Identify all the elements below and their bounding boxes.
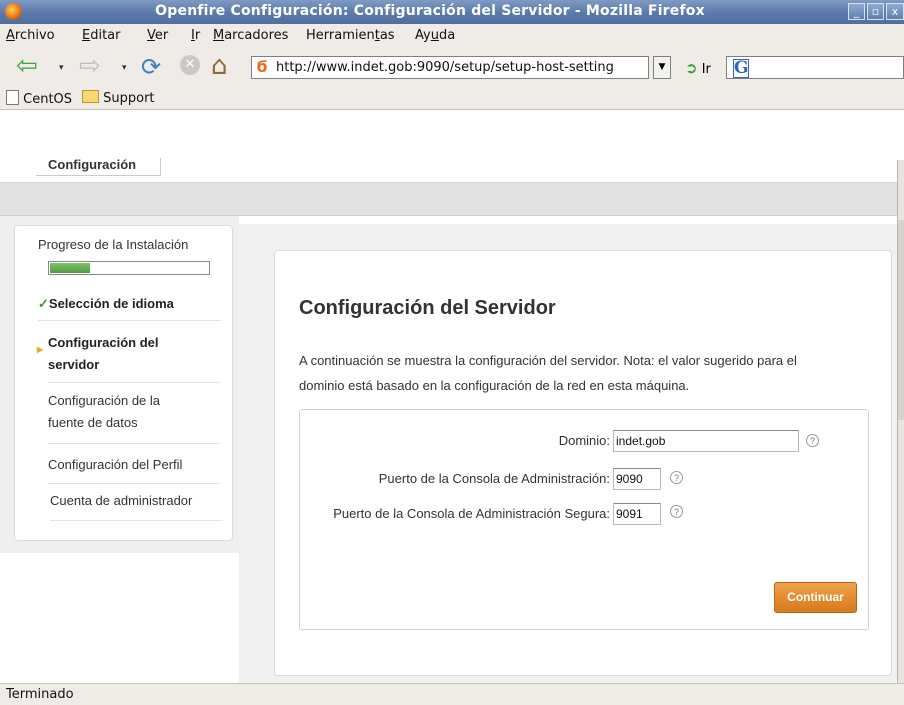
forward-history-dropdown-icon[interactable]: ▾ bbox=[122, 63, 127, 73]
domain-label: Dominio: bbox=[558, 433, 610, 448]
vertical-scrollbar[interactable] bbox=[897, 160, 904, 683]
window-title: Openfire Configuración: Configuración de… bbox=[155, 3, 705, 19]
menu-archivo[interactable]: Archivo bbox=[6, 28, 55, 43]
secure-admin-port-label-cell: Puerto de la Consola de Administración S… bbox=[300, 505, 610, 525]
back-arrow-icon[interactable]: ⇦ bbox=[16, 53, 38, 79]
maximize-button[interactable]: ▫ bbox=[867, 3, 884, 20]
intro-line-1: A continuación se muestra la configuraci… bbox=[299, 353, 797, 368]
step-label-line2: fuente de datos bbox=[48, 415, 138, 430]
server-settings-form: Dominio: ? Puerto de la Consola de Admin… bbox=[299, 409, 869, 630]
url-history-dropdown-icon[interactable]: ▼ bbox=[653, 56, 671, 79]
forward-arrow-icon[interactable]: ⇨ bbox=[79, 53, 101, 79]
bookmark-support[interactable]: Support bbox=[82, 90, 155, 106]
header-gray-band bbox=[0, 183, 897, 216]
navigation-toolbar: ⇦ ▾ ⇨ ▾ ⟳ ✕ ⌂ ϭ http://www.indet.gob:909… bbox=[0, 47, 904, 87]
search-field[interactable]: G bbox=[726, 56, 904, 79]
progress-label: Progreso de la Instalación bbox=[38, 237, 189, 252]
step-configuracion-servidor: ▶ Configuración del servidor bbox=[37, 330, 221, 383]
admin-port-label-cell: Puerto de la Consola de Administración: bbox=[300, 470, 610, 490]
url-text: http://www.indet.gob:9090/setup/setup-ho… bbox=[276, 60, 614, 75]
installation-progress-sidebar: Progreso de la Instalación ✓Selección de… bbox=[14, 225, 233, 541]
folder-icon bbox=[82, 90, 99, 103]
status-text: Terminado bbox=[6, 687, 74, 702]
page-title: Configuración del Servidor bbox=[299, 297, 556, 319]
site-favicon-icon: ϭ bbox=[256, 57, 268, 76]
close-button[interactable]: x bbox=[886, 3, 904, 20]
installation-progress-bar bbox=[48, 261, 210, 275]
secure-admin-port-input[interactable] bbox=[613, 503, 661, 525]
back-history-dropdown-icon[interactable]: ▾ bbox=[59, 63, 64, 73]
go-label: Ir bbox=[701, 62, 711, 77]
help-icon[interactable]: ? bbox=[806, 434, 819, 447]
step-fuente-datos: Configuración de la fuente de datos bbox=[48, 388, 221, 444]
go-icon: ➲ bbox=[685, 59, 698, 77]
progress-fill bbox=[50, 263, 90, 273]
menu-ayuda[interactable]: Ayuda bbox=[415, 28, 455, 43]
page-header: Configuración bbox=[0, 158, 897, 183]
menu-marcadores[interactable]: Marcadores bbox=[213, 28, 288, 43]
intro-text: A continuación se muestra la configuraci… bbox=[299, 348, 869, 398]
bookmark-label: Support bbox=[103, 91, 155, 106]
step-label: Configuración del bbox=[48, 335, 159, 350]
continue-button[interactable]: Continuar bbox=[774, 582, 857, 613]
header-tab-configuracion[interactable]: Configuración bbox=[36, 158, 161, 176]
reload-icon[interactable]: ⟳ bbox=[141, 53, 161, 81]
url-field[interactable]: ϭ http://www.indet.gob:9090/setup/setup-… bbox=[251, 56, 649, 79]
menu-ver[interactable]: Ver bbox=[147, 28, 168, 43]
menu-editar[interactable]: Editar bbox=[82, 28, 121, 43]
help-icon[interactable]: ? bbox=[670, 471, 683, 484]
domain-label-cell: Dominio: bbox=[300, 432, 610, 452]
google-search-icon[interactable]: G bbox=[733, 59, 749, 78]
stop-icon[interactable]: ✕ bbox=[180, 55, 200, 75]
admin-port-label: Puerto de la Consola de Administración: bbox=[378, 471, 610, 486]
menu-bar: Archivo Editar Ver Ir Marcadores Herrami… bbox=[0, 24, 904, 47]
step-label-line2: servidor bbox=[48, 357, 100, 372]
secure-admin-port-label: Puerto de la Consola de Administración S… bbox=[333, 506, 610, 521]
step-label: Configuración del Perfil bbox=[48, 457, 183, 472]
status-bar: Terminado bbox=[0, 683, 904, 705]
current-step-arrow-icon: ▶ bbox=[37, 345, 44, 354]
intro-line-2: dominio está basado en la configuración … bbox=[299, 378, 690, 393]
menu-ir[interactable]: Ir bbox=[191, 28, 200, 43]
scrollbar-thumb[interactable] bbox=[898, 220, 904, 420]
menu-herramientas[interactable]: Herramientas bbox=[306, 28, 395, 43]
window-titlebar: Openfire Configuración: Configuración de… bbox=[0, 0, 904, 25]
page-icon bbox=[6, 90, 19, 105]
minimize-button[interactable]: _ bbox=[848, 3, 865, 20]
bookmark-centos[interactable]: CentOS bbox=[6, 90, 72, 107]
step-seleccion-idioma: ✓Selección de idioma bbox=[38, 290, 221, 321]
step-cuenta-administrador: Cuenta de administrador bbox=[50, 488, 223, 521]
step-label: Configuración de la bbox=[48, 393, 161, 408]
checkmark-icon: ✓ bbox=[38, 296, 49, 311]
step-label: Selección de idioma bbox=[48, 296, 174, 311]
go-button[interactable]: ➲ Ir bbox=[685, 59, 711, 77]
bookmark-label: CentOS bbox=[23, 92, 73, 107]
bookmarks-toolbar: CentOS Support bbox=[0, 87, 904, 110]
server-settings-panel: Configuración del Servidor A continuació… bbox=[274, 250, 892, 676]
domain-input[interactable] bbox=[613, 430, 799, 452]
step-configuracion-perfil: Configuración del Perfil bbox=[48, 451, 221, 484]
step-label: Cuenta de administrador bbox=[50, 493, 193, 508]
home-icon[interactable]: ⌂ bbox=[211, 51, 228, 81]
help-icon[interactable]: ? bbox=[670, 505, 683, 518]
admin-port-input[interactable] bbox=[613, 468, 661, 490]
